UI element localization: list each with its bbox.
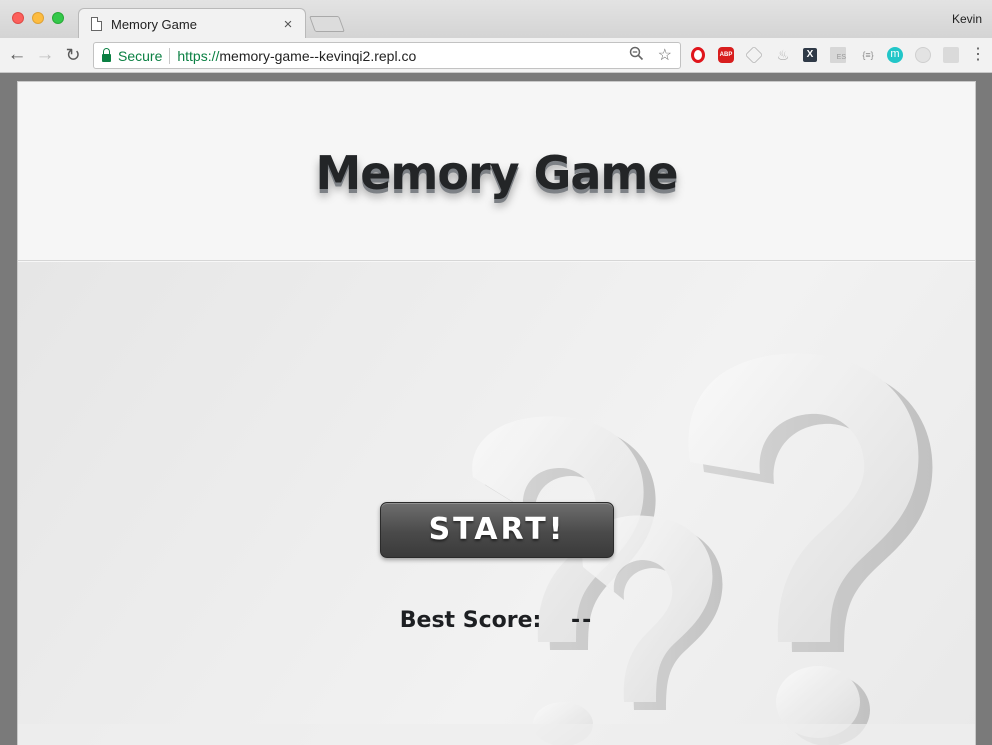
gray-extension-icon[interactable] <box>915 47 931 63</box>
profile-name[interactable]: Kevin <box>952 12 982 26</box>
page-header: Memory Game <box>18 82 975 261</box>
lock-icon <box>102 47 111 62</box>
tab-title: Memory Game <box>111 16 197 32</box>
document-icon <box>91 17 102 31</box>
game-stage: START! Best Score: -- <box>18 262 975 745</box>
best-score-value: -- <box>570 608 594 633</box>
m-extension-icon[interactable]: m <box>887 47 903 63</box>
json-extension-icon[interactable]: {≡} <box>859 47 877 63</box>
secure-label: Secure <box>118 47 163 64</box>
url-host: memory-game--kevinqi2.repl.co <box>219 47 417 64</box>
adblock-extension-icon[interactable]: ABP <box>718 47 734 63</box>
cube-extension-icon[interactable] <box>744 45 764 65</box>
best-score-label: Best Score: <box>399 608 542 633</box>
best-score: Best Score: -- <box>18 608 975 633</box>
address-bar[interactable]: Secure https:// memory-game--kevinqi2.re… <box>93 42 681 69</box>
tab-close-icon[interactable]: × <box>281 16 295 33</box>
close-window-icon[interactable] <box>12 12 24 24</box>
es-extension-icon[interactable]: ES <box>830 47 846 63</box>
opera-extension-icon[interactable] <box>691 47 705 63</box>
java-extension-icon[interactable]: ♨ <box>775 47 791 63</box>
url-scheme: https:// <box>177 47 220 64</box>
forward-arrow-icon[interactable]: → <box>34 44 56 66</box>
window-titlebar: Memory Game × Kevin <box>0 0 992 39</box>
zoom-icon[interactable] <box>629 46 644 65</box>
grid-extension-icon[interactable] <box>943 47 959 63</box>
browser-tab[interactable]: Memory Game × <box>78 8 306 39</box>
address-separator <box>169 47 171 64</box>
start-button[interactable]: START! <box>380 502 614 558</box>
bookmark-star-icon[interactable]: ☆ <box>658 45 672 65</box>
zoom-window-icon[interactable] <box>52 12 64 24</box>
chrome-menu-icon[interactable]: ⋮ <box>970 45 986 65</box>
minimize-window-icon[interactable] <box>32 12 44 24</box>
page-viewport: Memory Game START! Best Score: -- <box>17 81 976 745</box>
x-extension-icon[interactable]: X <box>803 48 817 62</box>
reload-icon[interactable]: ↻ <box>62 44 84 66</box>
back-arrow-icon[interactable]: ← <box>6 44 28 66</box>
new-tab-button[interactable] <box>309 16 345 32</box>
browser-toolbar: ← → ↻ Secure https:// memory-game--kevin… <box>0 38 992 73</box>
page-title: Memory Game <box>315 146 678 200</box>
